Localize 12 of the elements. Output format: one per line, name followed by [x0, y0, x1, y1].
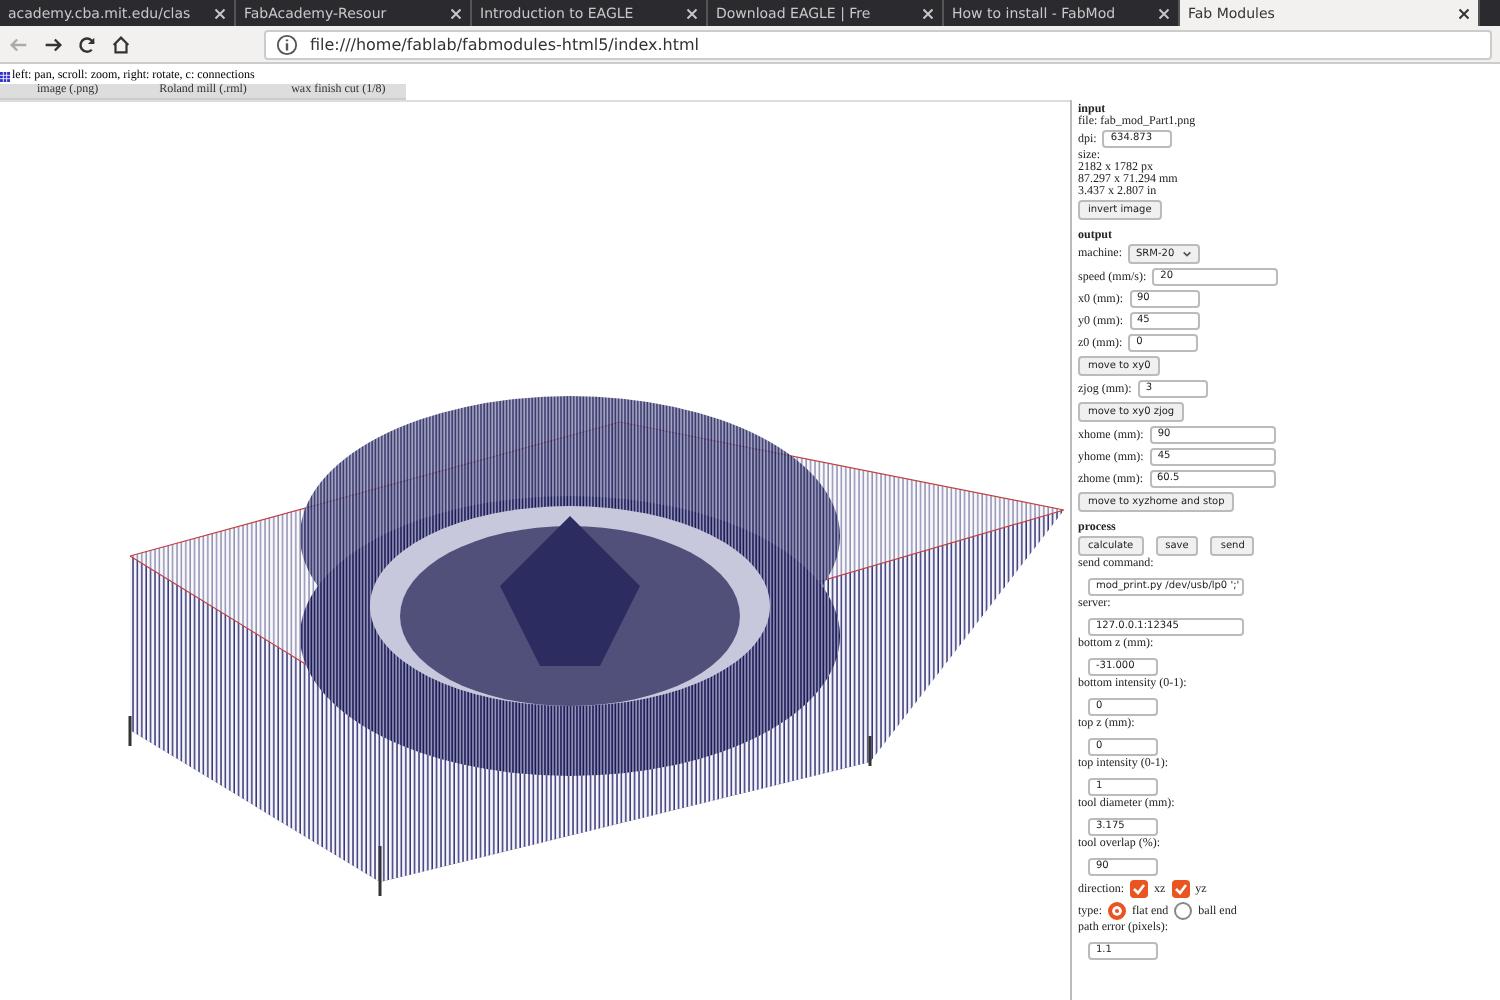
radio-button[interactable] — [1108, 902, 1126, 920]
forward-arrow-icon[interactable] — [42, 33, 64, 55]
info-icon[interactable] — [276, 33, 298, 55]
close-icon[interactable] — [1458, 7, 1470, 19]
checkbox[interactable] — [1130, 880, 1148, 898]
grid-icon — [0, 71, 10, 81]
reload-icon[interactable] — [76, 33, 98, 55]
home-icon[interactable] — [110, 33, 132, 55]
radio-button[interactable] — [1174, 902, 1193, 920]
checkbox[interactable] — [1171, 880, 1190, 898]
caret-icon — [1182, 250, 1193, 258]
address-field[interactable]: file:///home/fablab/fabmodules-html5/index.html — [264, 29, 1492, 59]
